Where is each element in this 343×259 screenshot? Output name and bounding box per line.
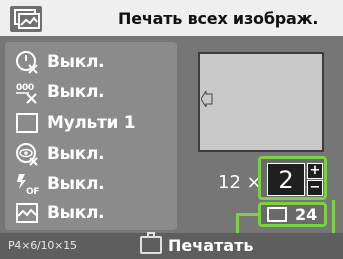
- print-icon: [140, 232, 162, 254]
- menu-item-red-eye[interactable]: Выкл.: [15, 142, 105, 166]
- flash-correction-off-icon: OFF: [15, 172, 39, 196]
- sheet-icon: [267, 207, 287, 222]
- menu-item-value: Выкл.: [47, 203, 105, 223]
- file-number-off-icon: 000: [15, 80, 39, 104]
- menu-item-image-optimize[interactable]: Выкл.: [15, 201, 105, 225]
- multi-layout-icon: [15, 111, 39, 135]
- image-optimize-icon: [15, 201, 39, 225]
- menu-item-value: Мульти 1: [47, 113, 136, 133]
- image-preview: [198, 52, 324, 152]
- bottom-bar: P4×6/10×15 Печатать: [0, 232, 343, 259]
- menu-item-value: Выкл.: [47, 174, 105, 194]
- menu-item-value: Выкл.: [47, 144, 105, 164]
- copies-value: 2: [267, 163, 305, 196]
- total-sheets-count: 24: [295, 205, 318, 224]
- decrease-button[interactable]: −: [307, 180, 323, 196]
- menu-item-value: Выкл.: [47, 52, 105, 72]
- all-images-icon: [10, 6, 42, 32]
- red-eye-correction-icon: [15, 142, 39, 166]
- print-settings-menu: Выкл. 000 Выкл. Мульти 1 Выкл. OFF Выкл.: [5, 42, 177, 230]
- total-sheets-box: 24: [258, 202, 327, 227]
- menu-item-file-number[interactable]: 000 Выкл.: [15, 80, 105, 104]
- svg-text:000: 000: [16, 83, 34, 93]
- menu-item-date[interactable]: Выкл.: [15, 50, 105, 74]
- print-button[interactable]: Печатать: [168, 236, 253, 255]
- image-count-multiplier: 12 ×: [218, 172, 262, 193]
- svg-text:OFF: OFF: [26, 187, 39, 196]
- title-bar: Печать всех изображ.: [0, 0, 343, 36]
- callout-line: [236, 213, 258, 216]
- camera-lcd-screen: Печать всех изображ. Выкл. 000 Выкл. Мул…: [0, 0, 343, 259]
- menu-item-flash-correction[interactable]: OFF Выкл.: [15, 172, 105, 196]
- paper-size-label: P4×6/10×15: [8, 239, 77, 252]
- date-off-icon: [15, 50, 39, 74]
- left-arrow-icon[interactable]: [200, 89, 213, 109]
- increase-button[interactable]: +: [307, 163, 323, 179]
- menu-item-value: Выкл.: [47, 82, 105, 102]
- menu-item-layout[interactable]: Мульти 1: [15, 111, 136, 135]
- page-title: Печать всех изображ.: [118, 9, 319, 28]
- copies-stepper[interactable]: 2 + −: [258, 156, 327, 200]
